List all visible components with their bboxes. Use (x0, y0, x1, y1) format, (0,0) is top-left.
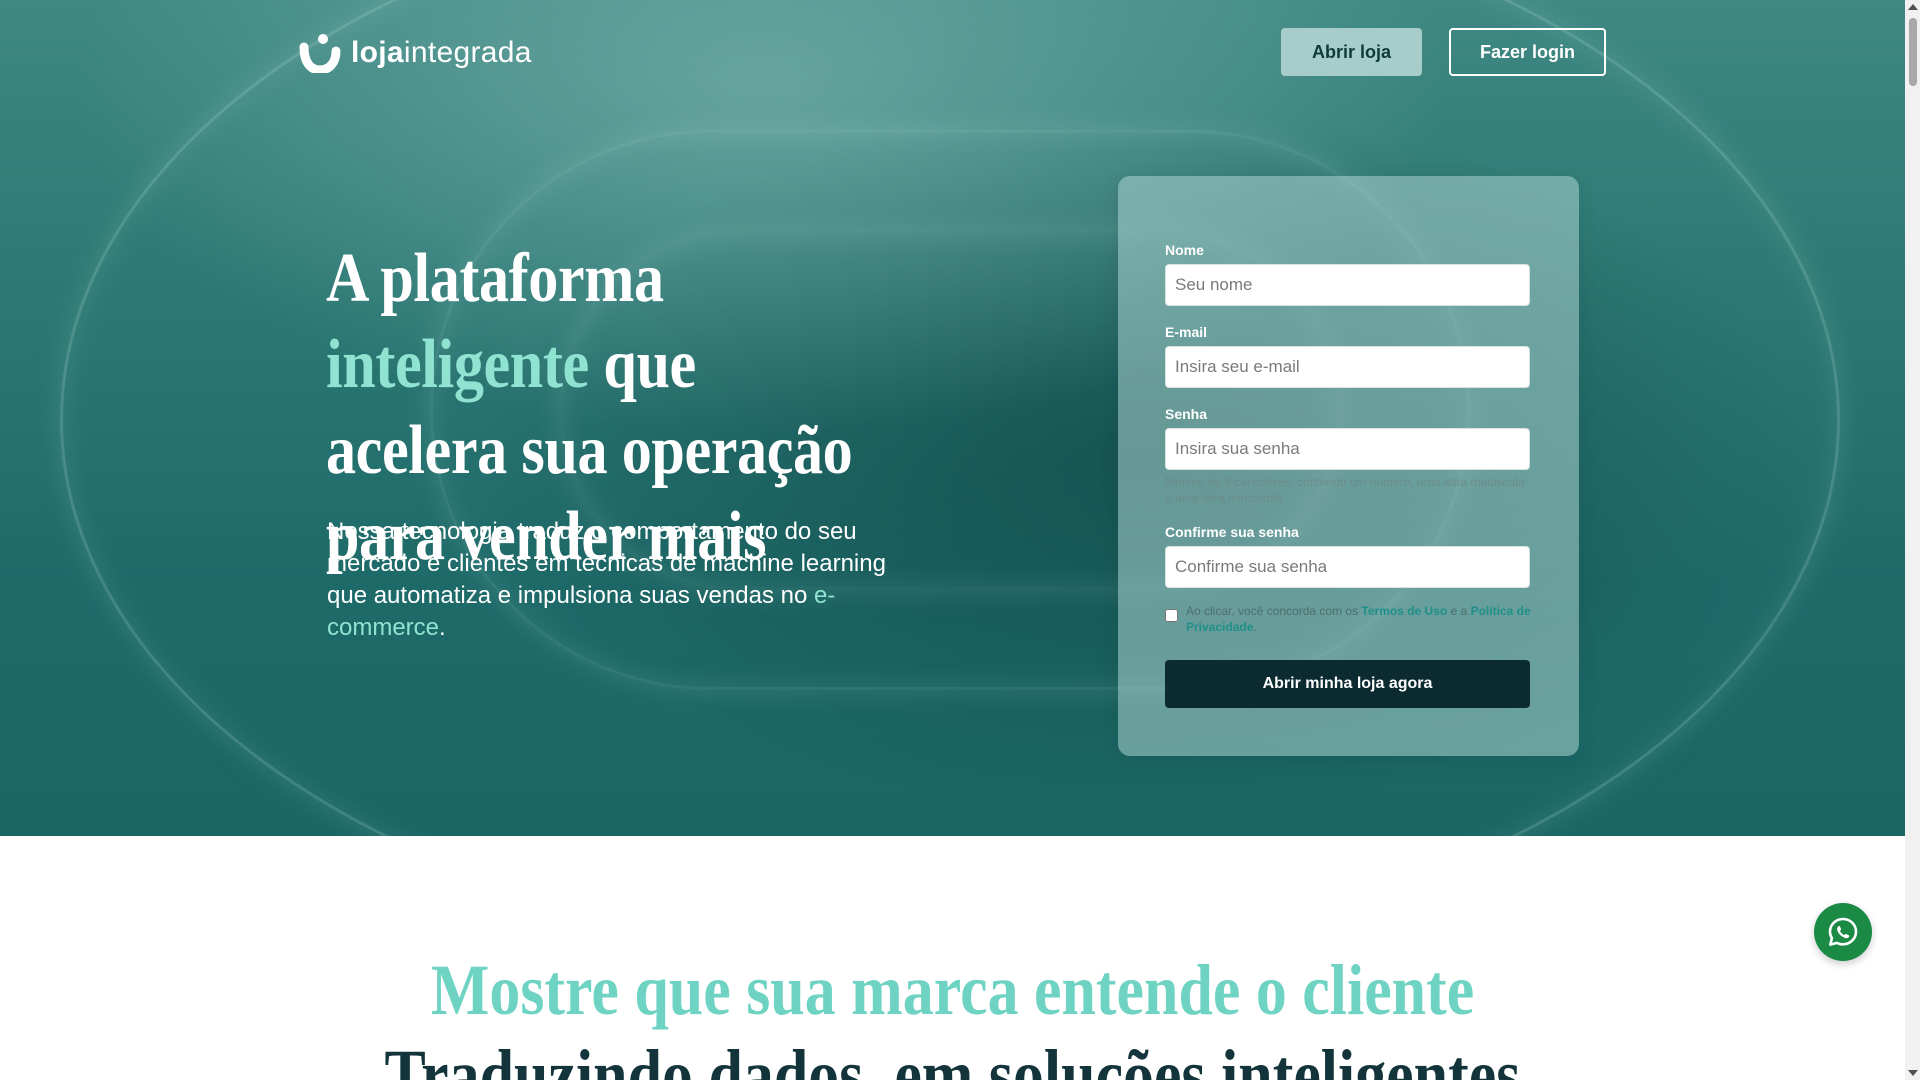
logo-mark-icon (299, 34, 341, 73)
headline-accent: inteligente (326, 326, 589, 403)
whatsapp-icon (1828, 917, 1858, 946)
scrollbar-thumb[interactable] (1909, 18, 1917, 86)
terms-text: Ao clicar, você concorda com os Termos d… (1186, 604, 1531, 634)
email-input[interactable] (1165, 346, 1530, 388)
login-button[interactable]: Fazer login (1449, 28, 1606, 76)
confirm-password-label: Confirme sua senha (1165, 524, 1299, 540)
name-input[interactable] (1165, 264, 1530, 306)
site-logo[interactable]: lojaintegrada (299, 33, 532, 73)
email-label: E-mail (1165, 324, 1208, 340)
password-input[interactable] (1165, 428, 1530, 470)
terms-row: Ao clicar, você concorda com os Termos d… (1165, 603, 1531, 635)
section-subtitle: Traduzindo dados, em soluções inteligent… (384, 1035, 1521, 1080)
scroll-up-arrow-icon[interactable] (1908, 4, 1918, 10)
logo-text: lojaintegrada (351, 36, 532, 69)
open-my-store-button[interactable]: Abrir minha loja agora (1165, 660, 1530, 708)
password-label: Senha (1165, 406, 1208, 422)
terms-of-use-link[interactable]: Termos de Uso (1361, 604, 1447, 618)
terms-checkbox[interactable] (1165, 609, 1178, 622)
open-store-button[interactable]: Abrir loja (1281, 28, 1422, 76)
password-hint: Mínimo de 8 caracteres, contendo um núme… (1165, 475, 1525, 505)
scroll-down-arrow-icon[interactable] (1908, 1070, 1918, 1076)
section-title: Mostre que sua marca entende o cliente (430, 950, 1475, 1030)
hero-section: lojaintegrada Abrir loja Fazer login A p… (0, 0, 1905, 836)
name-label: Nome (1165, 242, 1204, 258)
whatsapp-button[interactable] (1814, 903, 1872, 961)
vertical-scrollbar[interactable] (1905, 0, 1920, 1080)
confirm-password-input[interactable] (1165, 546, 1530, 588)
signup-form: Nome E-mail Senha Mínimo de 8 caracteres… (1118, 176, 1579, 756)
hero-description: Nossa tecnologia traduz o comportamento … (327, 518, 886, 641)
